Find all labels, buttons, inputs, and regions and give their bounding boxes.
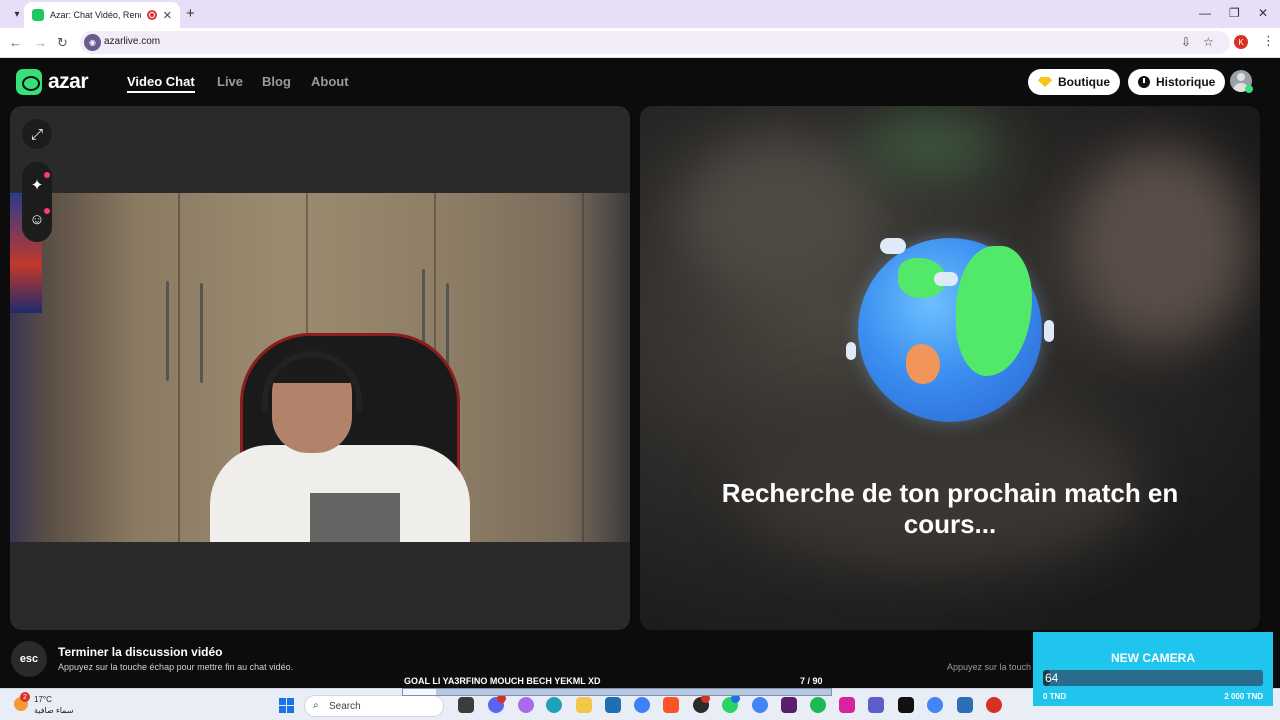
tab-title: Azar: Chat Vidéo, Rencontr <box>50 10 141 20</box>
globe-land <box>956 246 1032 376</box>
bookmark-star-icon[interactable]: ☆ <box>1203 35 1214 49</box>
azar-logo-icon <box>16 69 42 95</box>
esc-key-button[interactable]: esc <box>11 641 47 677</box>
effects-toolbar: ✦ ☺ <box>22 162 52 242</box>
historique-button[interactable]: Historique <box>1128 69 1226 95</box>
wardrobe-seam <box>178 193 180 542</box>
camera-goal-value: 64 <box>1045 671 1059 685</box>
end-chat-title: Terminer la discussion vidéo <box>58 645 223 659</box>
camera-goal-min: 0 TND <box>1043 692 1067 701</box>
taskview-app-icon[interactable] <box>458 697 474 713</box>
store-app-icon[interactable] <box>605 697 621 713</box>
new-badge-dot <box>44 172 50 178</box>
taskbar-search-box[interactable]: ⌕ Search <box>304 695 444 717</box>
stream-goal-progress-bar <box>402 688 832 696</box>
boutique-button[interactable]: Boutique <box>1028 69 1120 95</box>
next-hint-text: Appuyez sur la touch <box>947 662 1032 672</box>
spotify-app-icon[interactable] <box>810 697 826 713</box>
browser-tab-azar[interactable]: Azar: Chat Vidéo, Rencontr ✕ <box>24 2 180 28</box>
weather-temp: 17°C <box>34 695 52 704</box>
restore-icon[interactable]: ❐ <box>1229 6 1240 20</box>
capcut-app-icon[interactable] <box>898 697 914 713</box>
minimize-icon[interactable]: — <box>1199 6 1211 20</box>
address-bar[interactable]: ◉ azarlive.com <box>80 31 1230 54</box>
nav-live[interactable]: Live <box>217 74 243 89</box>
window-close-icon[interactable]: ✕ <box>1258 6 1268 20</box>
online-status-dot <box>1245 85 1253 93</box>
reload-icon[interactable]: ↻ <box>57 35 68 51</box>
blurred-background <box>1070 146 1250 346</box>
cloud-shape <box>846 342 856 360</box>
url-text: azarlive.com <box>104 36 161 47</box>
video-chat-area: ⤢ ✦ ☺ Recherche de ton prochain match en… <box>0 106 1280 636</box>
camera-goal-max: 2 000 TND <box>1224 692 1263 701</box>
globe-land <box>906 344 940 384</box>
camera-goal-title: NEW CAMERA <box>1111 651 1195 665</box>
browser-menu-icon[interactable]: ⋮ <box>1262 33 1275 49</box>
recording-indicator-icon <box>146 10 157 20</box>
blurred-background <box>860 116 1000 176</box>
search-label: Search <box>329 701 361 712</box>
camera-goal-bar: 64 <box>1043 670 1263 686</box>
nav-about[interactable]: About <box>311 74 349 89</box>
stream-goal-counter: 7 / 90 <box>800 676 823 686</box>
search-icon: ⌕ <box>313 700 319 711</box>
chrome-app-icon[interactable] <box>752 697 768 713</box>
site-info-icon[interactable]: ◉ <box>84 34 101 51</box>
cloud-app-icon[interactable] <box>634 697 650 713</box>
shirt-print <box>310 493 400 542</box>
historique-label: Historique <box>1156 75 1216 89</box>
stream-goal-text: GOAL LI YA3RFINO MOUCH BECH YEKML XD <box>404 676 601 686</box>
camera-donation-goal: NEW CAMERA 64 0 TND 2 000 TND <box>1033 632 1273 706</box>
boutique-label: Boutique <box>1058 75 1110 89</box>
new-badge-dot <box>44 208 50 214</box>
file-explorer-icon[interactable] <box>576 697 592 713</box>
logo-text: azar <box>48 70 89 93</box>
stream-goal-progress-fill <box>403 689 437 695</box>
back-icon[interactable]: ← <box>9 35 22 50</box>
matching-status-text: Recherche de ton prochain match en cours… <box>721 478 1179 539</box>
blurred-background <box>680 136 880 296</box>
globe-illustration <box>858 238 1042 422</box>
windows-start-icon[interactable] <box>279 698 294 713</box>
nav-blog[interactable]: Blog <box>262 74 291 89</box>
azar-logo[interactable]: azar <box>16 69 89 95</box>
teams-app-icon[interactable] <box>868 697 884 713</box>
expand-icon[interactable]: ⤢ <box>22 119 52 149</box>
browser-tab-strip: ▾ Azar: Chat Vidéo, Rencontr ✕ + — ❐ ✕ <box>0 0 1280 28</box>
cloud-shape <box>1044 320 1054 342</box>
browser-toolbar: ← → ↻ ◉ azarlive.com ⇩ ☆ <box>0 28 1280 58</box>
cloud-shape <box>880 238 906 254</box>
azar-favicon-icon <box>32 9 44 21</box>
forward-icon[interactable]: → <box>34 35 47 50</box>
weather-badge: 2 <box>20 692 30 702</box>
weather-description: سماء صافية <box>34 706 74 715</box>
brave-app-icon[interactable] <box>663 697 679 713</box>
wardrobe-seam <box>582 193 584 542</box>
wardrobe-handle <box>166 281 169 381</box>
edge-app-icon[interactable] <box>546 697 562 713</box>
new-tab-button[interactable]: + <box>186 5 195 22</box>
wardrobe-handle <box>200 283 203 383</box>
media-app-icon[interactable] <box>781 697 797 713</box>
gem-icon <box>1038 77 1052 87</box>
site-header: azar Video Chat Live Blog About Boutique… <box>0 58 1280 106</box>
image-app-icon[interactable] <box>957 697 973 713</box>
nav-video-chat[interactable]: Video Chat <box>127 74 195 93</box>
profile-avatar[interactable]: K <box>1234 35 1248 49</box>
end-chat-subtitle: Appuyez sur la touche échap pour mettre … <box>58 662 294 672</box>
instagram-app-icon[interactable] <box>839 697 855 713</box>
match-pane: Recherche de ton prochain match en cours… <box>640 106 1260 630</box>
cloud-shape <box>934 272 958 286</box>
self-camera-pane: ⤢ ✦ ☺ <box>10 106 630 630</box>
chrome-profile-app-icon[interactable] <box>927 697 943 713</box>
colorful-app-icon[interactable] <box>518 697 534 713</box>
record-app-icon[interactable] <box>986 697 1002 713</box>
self-camera-video <box>10 193 630 542</box>
clock-icon <box>1138 76 1150 88</box>
install-app-icon[interactable]: ⇩ <box>1181 35 1191 49</box>
tab-close-icon[interactable]: ✕ <box>163 9 172 22</box>
